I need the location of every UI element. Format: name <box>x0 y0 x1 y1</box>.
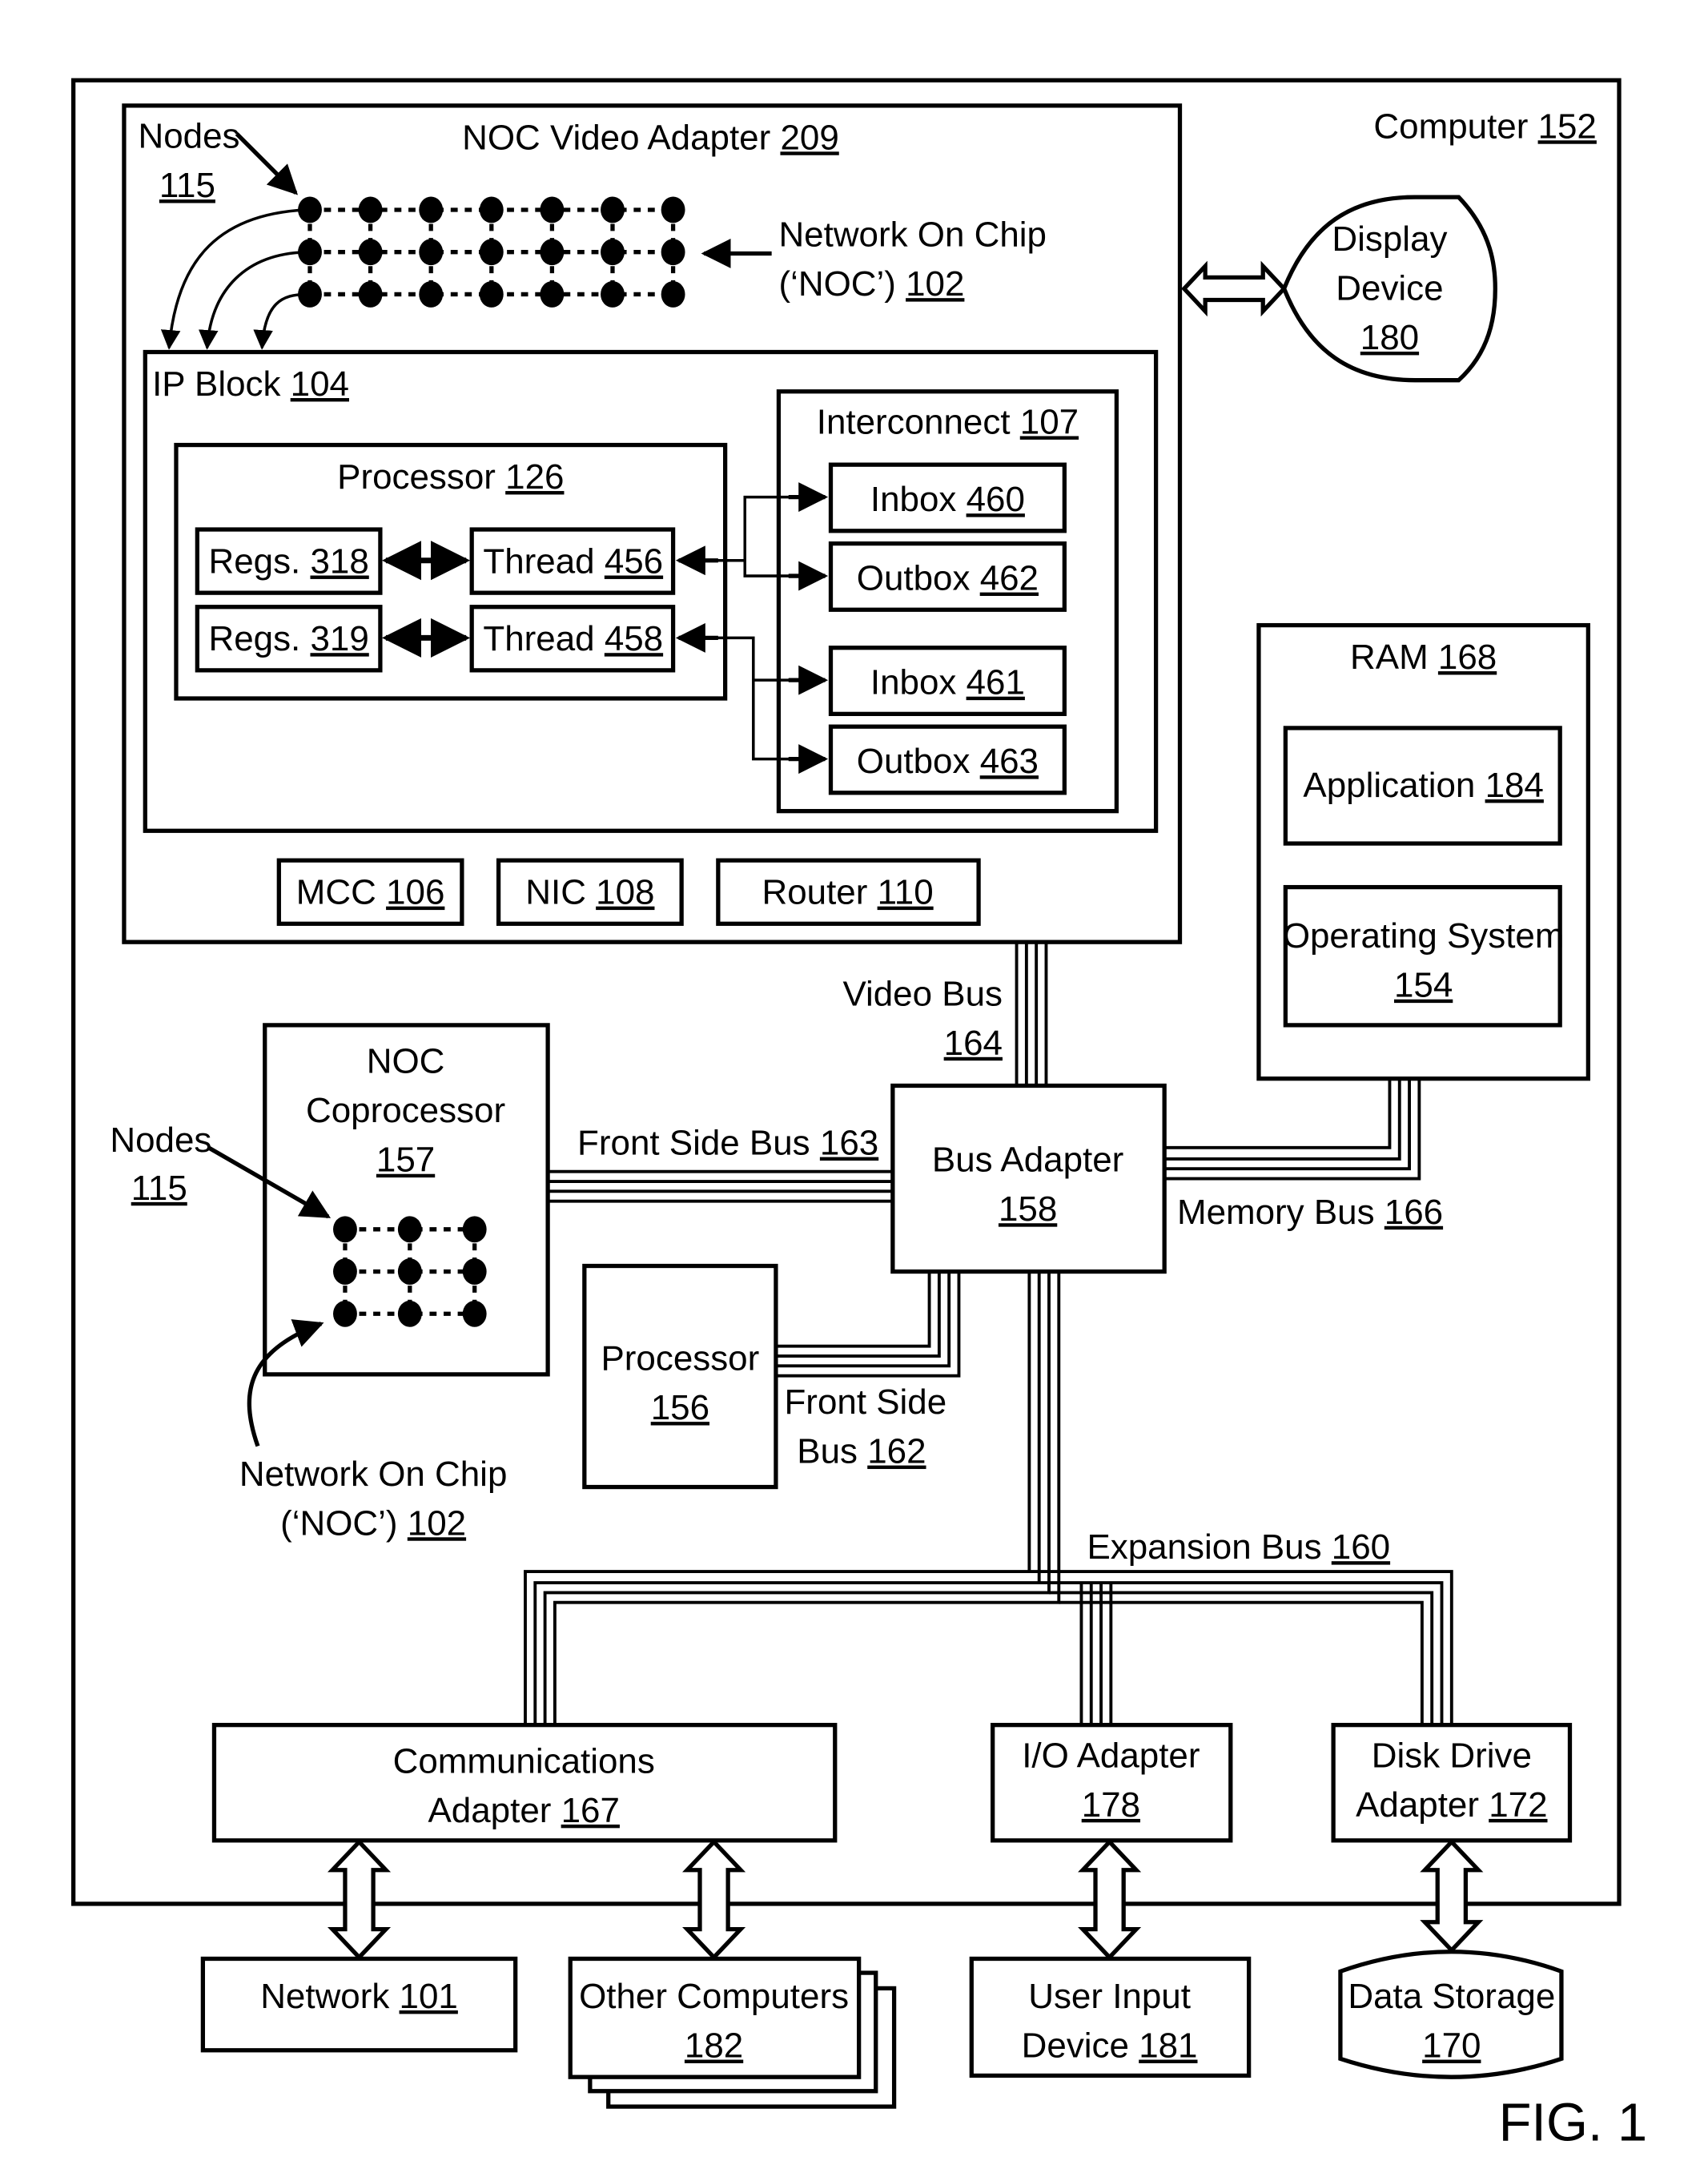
operating-system-ref: 154 <box>1394 966 1453 1005</box>
noc-node <box>419 281 444 308</box>
noc-node <box>358 239 383 266</box>
noc-node <box>601 239 625 266</box>
io-adapter-ref: 178 <box>1082 1785 1140 1825</box>
noc-bottom-grid <box>333 1216 487 1327</box>
regs-318-label: Regs. 318 <box>208 542 368 581</box>
router-label: Router 110 <box>762 873 934 912</box>
communications-adapter-label-line1: Communications <box>393 1741 655 1781</box>
memory-bus-label: Memory Bus 166 <box>1177 1193 1443 1232</box>
noc-node <box>479 239 504 266</box>
noc-node <box>333 1216 357 1243</box>
noc-node <box>479 281 504 308</box>
noc-node <box>358 281 383 308</box>
figure-label: FIG. 1 <box>1499 2093 1648 2152</box>
noc-top-label-line2: (‘NOC’) 102 <box>778 264 964 304</box>
noc-node <box>661 239 685 266</box>
user-input-device-label-line1: User Input <box>1028 1977 1191 2016</box>
noc-node <box>462 1258 487 1285</box>
ram-label: RAM 168 <box>1350 638 1497 677</box>
nodes-bottom-label: Nodes <box>110 1121 211 1160</box>
front-side-bus-162-label-line1: Front Side <box>784 1382 946 1422</box>
noc-top-label-line1: Network On Chip <box>778 215 1047 255</box>
noc-node <box>601 196 625 223</box>
noc-bottom-label-line1: Network On Chip <box>239 1455 508 1494</box>
noc-node <box>419 196 444 223</box>
noc-coprocessor-label-line1: NOC <box>367 1042 445 1081</box>
noc-node <box>333 1258 357 1285</box>
nic-label: NIC 108 <box>525 873 654 912</box>
io-adapter-label: I/O Adapter <box>1022 1736 1200 1775</box>
noc-video-adapter-label: NOC Video Adapter 209 <box>462 118 839 157</box>
video-bus-ref: 164 <box>944 1024 1003 1063</box>
nodes-top-label: Nodes <box>139 117 240 156</box>
thread-458-label: Thread 458 <box>483 619 663 658</box>
inbox-461-label: Inbox 461 <box>870 663 1025 702</box>
network-label: Network 101 <box>260 1977 458 2016</box>
noc-node <box>661 281 685 308</box>
nodes-bottom-ref: 115 <box>131 1169 187 1208</box>
user-input-device-label-line2: Device 181 <box>1022 2026 1198 2066</box>
display-device-label-line2: Device <box>1336 268 1443 308</box>
processor-156-ref: 156 <box>651 1388 709 1427</box>
noc-bottom-label-line2: (‘NOC’) 102 <box>280 1503 466 1543</box>
expansion-bus-label: Expansion Bus 160 <box>1087 1527 1390 1567</box>
outbox-463-label: Outbox 463 <box>857 742 1039 781</box>
front-side-bus-162-label-line2: Bus 162 <box>797 1432 926 1471</box>
disk-drive-adapter-label-line1: Disk Drive <box>1372 1736 1532 1775</box>
outbox-462-label: Outbox 462 <box>857 559 1039 598</box>
application-label: Application 184 <box>1303 766 1543 805</box>
computer-architecture-diagram: Computer 152 NOC Video Adapter 209 Nodes… <box>71 78 1648 2152</box>
interconnect-label: Interconnect 107 <box>817 402 1079 441</box>
disk-drive-adapter-label-line2: Adapter 172 <box>1356 1785 1547 1825</box>
bus-adapter-label: Bus Adapter <box>932 1141 1123 1180</box>
regs-319-label: Regs. 319 <box>208 619 368 658</box>
noc-node <box>661 196 685 223</box>
data-storage-ref: 170 <box>1422 2026 1481 2066</box>
noc-node <box>601 281 625 308</box>
inbox-460-label: Inbox 460 <box>870 480 1025 519</box>
noc-node <box>358 196 383 223</box>
other-computers-ref: 182 <box>685 2026 743 2066</box>
video-bus-label: Video Bus <box>842 974 1003 1013</box>
operating-system-label: Operating System <box>1283 916 1565 956</box>
computer-label: Computer 152 <box>1373 107 1596 146</box>
processor-156-label: Processor <box>601 1339 759 1378</box>
noc-node <box>397 1216 422 1243</box>
processor-126-label: Processor 126 <box>337 457 564 497</box>
display-device-label-line1: Display <box>1332 219 1447 259</box>
noc-node <box>333 1300 357 1327</box>
display-device-ref: 180 <box>1360 318 1419 357</box>
noc-coprocessor-label-line2: Coprocessor <box>306 1091 505 1130</box>
noc-node <box>479 196 504 223</box>
thread-456-label: Thread 456 <box>483 542 663 581</box>
noc-node <box>540 281 565 308</box>
noc-node <box>397 1258 422 1285</box>
noc-node <box>419 239 444 266</box>
noc-node <box>462 1216 487 1243</box>
noc-node <box>462 1300 487 1327</box>
communications-adapter-label-line2: Adapter 167 <box>428 1791 620 1830</box>
noc-node <box>540 196 565 223</box>
noc-node <box>540 239 565 266</box>
noc-node <box>397 1300 422 1327</box>
mcc-label: MCC 106 <box>296 873 445 912</box>
front-side-bus-163-label: Front Side Bus 163 <box>577 1124 878 1163</box>
ip-block-label: IP Block 104 <box>152 364 349 404</box>
bus-adapter-ref: 158 <box>999 1189 1057 1229</box>
nodes-top-ref: 115 <box>159 166 215 205</box>
other-computers-label: Other Computers <box>579 1977 849 2016</box>
noc-coprocessor-ref: 157 <box>376 1141 435 1180</box>
data-storage-label: Data Storage <box>1348 1977 1555 2016</box>
